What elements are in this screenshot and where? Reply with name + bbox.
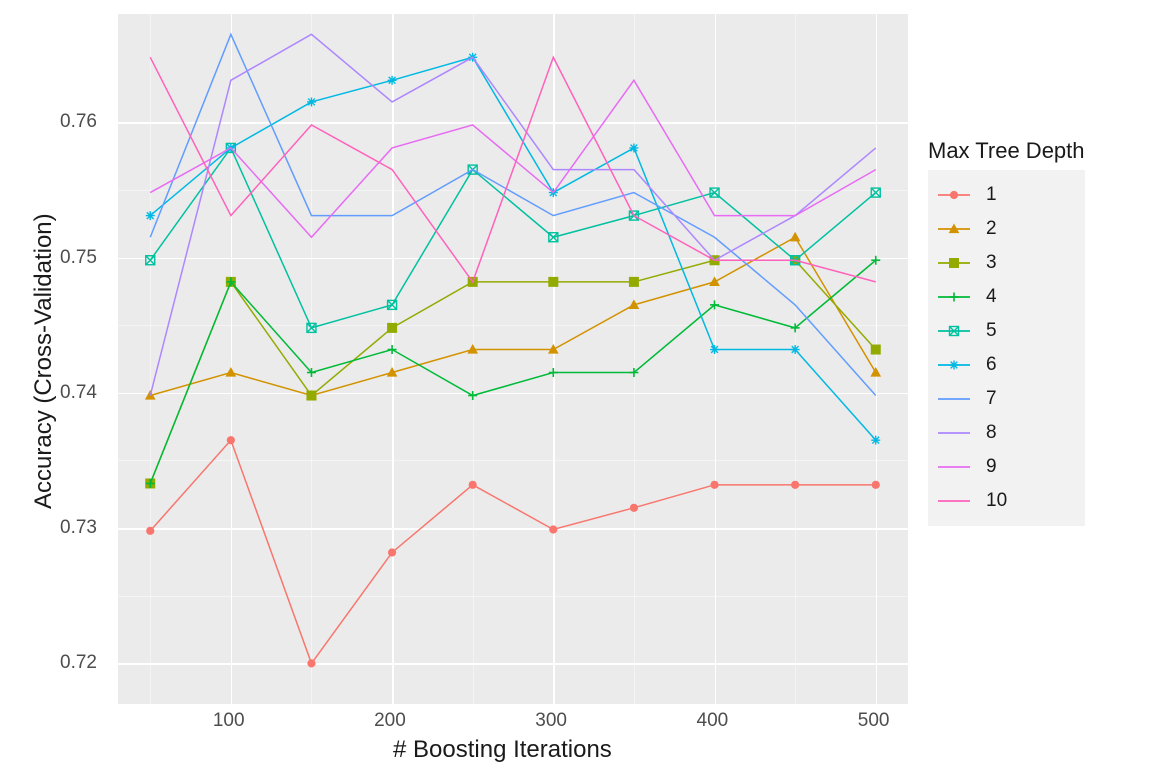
legend-item-2: 2 xyxy=(936,212,1075,246)
legend: Max Tree Depth 1 2 3 4 5 6 7 8 9 10 xyxy=(928,138,1085,526)
series-3 xyxy=(150,260,876,483)
legend-swatch-icon xyxy=(936,351,972,379)
series-4 xyxy=(150,260,876,483)
series-1 xyxy=(150,440,876,663)
legend-label: 6 xyxy=(986,354,997,376)
legend-items: 1 2 3 4 5 6 7 8 9 10 xyxy=(928,170,1085,526)
legend-swatch-icon xyxy=(936,215,972,243)
legend-item-7: 7 xyxy=(936,382,1075,416)
chart-stage: # Boosting Iterations Accuracy (Cross-Va… xyxy=(0,0,1152,768)
x-tick-label: 300 xyxy=(535,710,567,732)
legend-label: 9 xyxy=(986,456,997,478)
legend-swatch-icon xyxy=(936,419,972,447)
y-tick-label: 0.75 xyxy=(60,247,97,269)
y-axis-title: Accuracy (Cross-Validation) xyxy=(30,213,58,509)
legend-item-8: 8 xyxy=(936,416,1075,450)
y-tick-label: 0.72 xyxy=(60,652,97,674)
legend-swatch-icon xyxy=(936,385,972,413)
y-tick-label: 0.74 xyxy=(60,382,97,404)
y-tick-label: 0.76 xyxy=(60,111,97,133)
legend-item-9: 9 xyxy=(936,450,1075,484)
legend-swatch-icon xyxy=(936,249,972,277)
x-tick-label: 400 xyxy=(697,710,729,732)
legend-swatch-icon xyxy=(936,181,972,209)
legend-label: 5 xyxy=(986,320,997,342)
x-axis-title: # Boosting Iterations xyxy=(393,736,612,764)
x-tick-label: 100 xyxy=(213,710,245,732)
legend-item-1: 1 xyxy=(936,178,1075,212)
series-10 xyxy=(150,57,876,282)
legend-item-10: 10 xyxy=(936,484,1075,518)
y-tick-label: 0.73 xyxy=(60,517,97,539)
legend-label: 2 xyxy=(986,218,997,240)
legend-swatch-icon xyxy=(936,317,972,345)
plot-svg xyxy=(118,14,908,704)
x-tick-label: 200 xyxy=(374,710,406,732)
legend-swatch-icon xyxy=(936,487,972,515)
legend-title: Max Tree Depth xyxy=(928,138,1085,164)
legend-item-3: 3 xyxy=(936,246,1075,280)
legend-label: 10 xyxy=(986,490,1007,512)
x-tick-label: 500 xyxy=(858,710,890,732)
legend-label: 1 xyxy=(986,184,997,206)
legend-item-4: 4 xyxy=(936,280,1075,314)
series-5 xyxy=(150,148,876,328)
legend-swatch-icon xyxy=(936,453,972,481)
legend-label: 3 xyxy=(986,252,997,274)
legend-label: 4 xyxy=(986,286,997,308)
legend-label: 7 xyxy=(986,388,997,410)
legend-swatch-icon xyxy=(936,283,972,311)
series-9 xyxy=(150,80,876,237)
legend-item-6: 6 xyxy=(936,348,1075,382)
plot-panel xyxy=(118,14,908,704)
legend-item-5: 5 xyxy=(936,314,1075,348)
legend-label: 8 xyxy=(986,422,997,444)
